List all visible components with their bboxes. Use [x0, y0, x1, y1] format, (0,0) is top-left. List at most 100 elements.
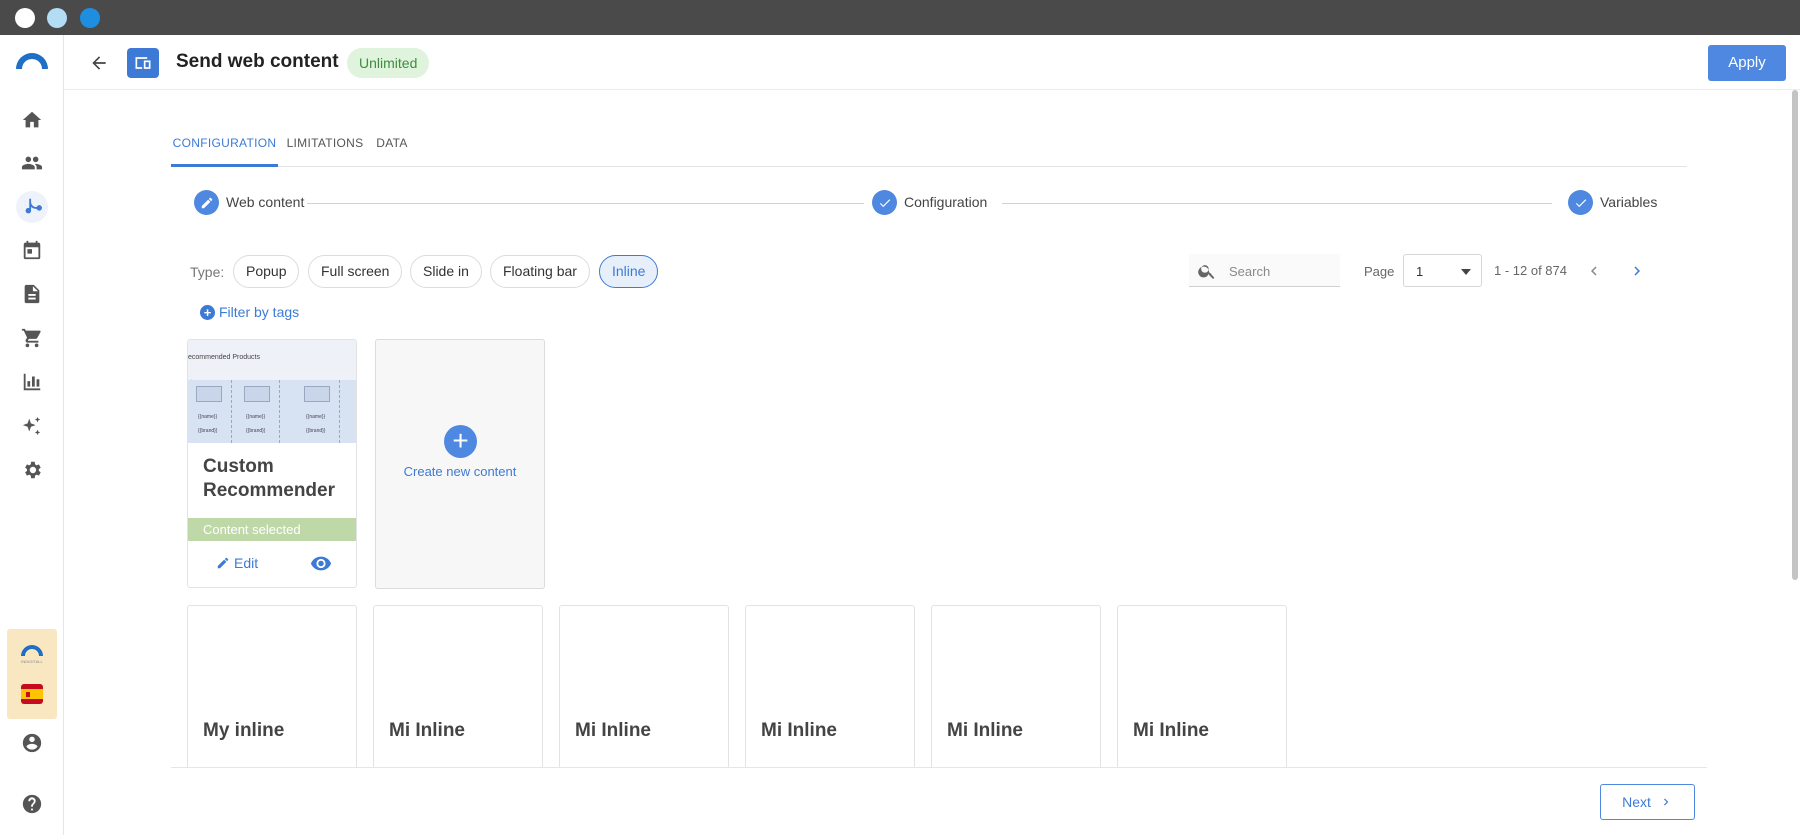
- web-content-icon: [127, 48, 159, 78]
- create-new-content-card[interactable]: + Create new content: [375, 339, 545, 589]
- chip-inline[interactable]: Inline: [599, 255, 659, 288]
- tab-limitations[interactable]: LIMITATIONS: [286, 128, 364, 167]
- page-header: Send web content Unlimited Apply: [64, 35, 1800, 90]
- account-label: INDIGITALL: [21, 659, 43, 664]
- settings-icon: [25, 461, 41, 479]
- image-placeholder-icon: [304, 386, 330, 402]
- account-switcher[interactable]: INDIGITALL: [7, 629, 57, 719]
- sparkles-icon: [22, 416, 41, 436]
- content-card[interactable]: My inline: [187, 605, 357, 780]
- bar-chart-icon: [23, 373, 41, 391]
- product-slot: {{name}} {{brand}}: [236, 380, 280, 443]
- content-card[interactable]: Mi Inline: [931, 605, 1101, 780]
- vertical-scrollbar[interactable]: [1792, 90, 1798, 580]
- next-page-button[interactable]: [1624, 258, 1650, 284]
- window-maximize-button[interactable]: [80, 8, 100, 28]
- step-web-content[interactable]: [194, 190, 219, 215]
- card-name: Mi Inline: [947, 720, 1023, 741]
- back-button[interactable]: [84, 48, 114, 78]
- filter-by-tags-label: Filter by tags: [219, 304, 300, 320]
- content-card[interactable]: Mi Inline: [1117, 605, 1287, 780]
- edit-button[interactable]: Edit: [216, 555, 258, 571]
- chip-slide-in[interactable]: Slide in: [410, 255, 482, 288]
- check-icon: [879, 198, 890, 207]
- preview-button[interactable]: [309, 553, 333, 573]
- account-circle-icon: [22, 733, 42, 753]
- brand-logo-icon[interactable]: [14, 49, 50, 71]
- image-placeholder-icon: [196, 386, 222, 402]
- filter-by-tags-button[interactable]: + Filter by tags: [200, 304, 299, 320]
- page-select-value: 1: [1416, 264, 1424, 279]
- thumbnail-title: ecommended Products: [188, 354, 260, 361]
- sidebar-item-help[interactable]: [16, 788, 48, 820]
- search-box: [1189, 254, 1340, 287]
- step-configuration[interactable]: [872, 190, 897, 215]
- sidebar-item-ecommerce[interactable]: [16, 322, 48, 354]
- card-name: My inline: [203, 720, 285, 741]
- chip-popup[interactable]: Popup: [233, 255, 300, 288]
- sidebar-item-documents[interactable]: [16, 278, 48, 310]
- apply-button[interactable]: Apply: [1708, 45, 1786, 81]
- arrow-left-icon: [92, 56, 106, 70]
- step-connector: [307, 203, 864, 204]
- spain-flag-icon: [21, 684, 43, 704]
- window-minimize-button[interactable]: [47, 8, 67, 28]
- chip-floating-bar[interactable]: Floating bar: [490, 255, 590, 288]
- card-actions: Edit: [188, 541, 356, 587]
- sidebar-item-ai[interactable]: [16, 410, 48, 442]
- search-input[interactable]: [1229, 260, 1334, 282]
- card-name: Custom Recommender: [203, 456, 335, 501]
- page-title: Send web content: [176, 51, 339, 72]
- card-name: Mi Inline: [575, 720, 651, 741]
- cart-icon: [21, 328, 41, 348]
- sidebar-item-settings[interactable]: [16, 454, 48, 486]
- sidebar-item-users[interactable]: [16, 147, 48, 179]
- prev-page-button[interactable]: [1581, 258, 1607, 284]
- sidebar: INDIGITALL: [0, 35, 64, 835]
- content-card[interactable]: Mi Inline: [559, 605, 729, 780]
- content-card[interactable]: Mi Inline: [745, 605, 915, 780]
- product-slot: {{name}} {{brand}}: [296, 380, 340, 443]
- chevron-right-icon: [1634, 266, 1640, 276]
- content-selected-banner: Content selected: [188, 518, 356, 541]
- sidebar-item-journeys[interactable]: [16, 191, 48, 223]
- tab-data[interactable]: DATA: [372, 128, 412, 167]
- next-label: Next: [1622, 794, 1651, 810]
- window-close-button[interactable]: [15, 8, 35, 28]
- tab-bar: CONFIGURATION LIMITATIONS DATA: [171, 128, 1687, 167]
- add-icon: +: [444, 425, 477, 458]
- add-circle-icon: +: [200, 304, 215, 320]
- card-name: Mi Inline: [1133, 720, 1209, 741]
- page-label: Page: [1364, 264, 1395, 279]
- pagination-range: 1 - 12 of 874: [1494, 263, 1567, 278]
- chevron-left-icon: [1591, 266, 1597, 276]
- step-label-configuration: Configuration: [904, 194, 988, 210]
- status-badge: Unlimited: [347, 48, 430, 78]
- tab-configuration[interactable]: CONFIGURATION: [171, 128, 278, 167]
- chip-full-screen[interactable]: Full screen: [308, 255, 403, 288]
- image-placeholder-icon: [244, 386, 270, 402]
- journey-icon: [25, 198, 43, 214]
- sidebar-item-calendar[interactable]: [16, 234, 48, 266]
- thumbnail-products: {{name}} {{brand}} {{name}} {{brand}} {{…: [188, 380, 356, 443]
- pencil-icon: [217, 557, 229, 569]
- create-new-content-label: Create new content: [403, 464, 517, 479]
- pencil-icon: [201, 197, 212, 208]
- step-variables[interactable]: [1568, 190, 1593, 215]
- card-thumbnail: ecommended Products ats {{name}} {{brand…: [188, 340, 356, 443]
- calendar-icon: [23, 240, 41, 260]
- product-slot: {{name}} {{brand}}: [188, 380, 232, 443]
- step-label-variables: Variables: [1600, 194, 1658, 210]
- document-icon: [24, 284, 40, 304]
- content-card[interactable]: Mi Inline: [373, 605, 543, 780]
- card-name: Mi Inline: [389, 720, 465, 741]
- sidebar-item-home[interactable]: [16, 104, 48, 136]
- sidebar-item-profile[interactable]: [16, 727, 48, 759]
- page-select[interactable]: 1: [1403, 254, 1482, 287]
- sidebar-item-analytics[interactable]: [16, 366, 48, 398]
- footer-bar: [64, 768, 1790, 835]
- home-icon: [22, 111, 42, 128]
- next-button[interactable]: Next: [1600, 784, 1695, 820]
- content-card-selected[interactable]: ecommended Products ats {{name}} {{brand…: [187, 339, 357, 588]
- type-filter-label: Type:: [190, 264, 225, 280]
